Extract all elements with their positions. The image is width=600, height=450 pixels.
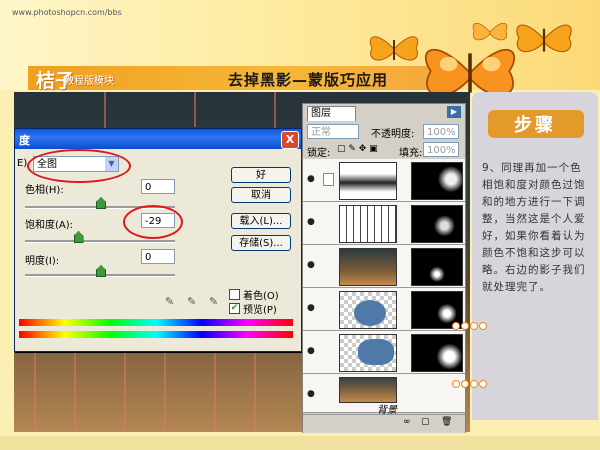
- module-subtitle: 教程版模块: [64, 76, 114, 87]
- eye-icon[interactable]: ●: [307, 174, 319, 184]
- cancel-button[interactable]: 取消: [231, 187, 291, 203]
- eyedropper-icon[interactable]: ✎: [165, 295, 174, 308]
- dialog-title: 度: [19, 134, 30, 147]
- save-button[interactable]: 存储(S)...: [231, 235, 291, 251]
- preview-checkbox[interactable]: ✔: [229, 303, 240, 314]
- link-layers-icon[interactable]: ∞: [403, 417, 411, 427]
- new-layer-icon[interactable]: ▢: [421, 417, 430, 427]
- saturation-label: 饱和度(A):: [25, 220, 74, 231]
- step-description: 9、同理再加一个色相饱和度对颜色过饱和的地方进行一下调整，当然这是个人爱好，如果…: [482, 162, 586, 293]
- saturation-slider-knob[interactable]: [73, 231, 84, 243]
- hue-saturation-dialog: 度 X E) 全图 ▼ 色相(H): 0 饱和度(A): -29 明度(I): …: [14, 128, 302, 352]
- color-spectrum-bar: [19, 319, 293, 326]
- colorize-checkbox[interactable]: [229, 289, 240, 300]
- eye-icon[interactable]: ●: [307, 260, 319, 270]
- colorize-label: 着色(O): [243, 291, 279, 302]
- layer-mask-thumb: [411, 248, 463, 286]
- blend-mode-select[interactable]: 正常: [307, 124, 359, 139]
- hue-input[interactable]: 0: [141, 179, 175, 194]
- layer-thumb: [339, 291, 397, 329]
- layer-thumb: [339, 334, 397, 372]
- butterfly-icon: [369, 36, 419, 61]
- lock-icons[interactable]: ▢ ✎ ✥ ▣: [337, 144, 378, 154]
- load-button[interactable]: 载入(L)...: [231, 213, 291, 229]
- highlight-ring-saturation: [123, 205, 183, 239]
- layer-row-background[interactable]: ● 背景: [303, 374, 465, 416]
- layers-panel: 图层 ▶ 正常 不透明度: 100% 锁定: ▢ ✎ ✥ ▣ 填充: 100% …: [302, 103, 466, 433]
- opacity-label: 不透明度:: [371, 129, 415, 140]
- eye-icon[interactable]: ●: [307, 389, 319, 399]
- lightness-input[interactable]: 0: [141, 249, 175, 264]
- trash-icon[interactable]: 🗑: [441, 417, 452, 427]
- edit-label: E): [17, 158, 28, 169]
- layer-mask-thumb: [411, 334, 463, 372]
- eyedropper-plus-icon[interactable]: ✎: [187, 295, 196, 308]
- fill-input[interactable]: 100%: [423, 142, 459, 157]
- layer-row[interactable]: ●: [303, 288, 465, 331]
- layer-row[interactable]: ●: [303, 202, 465, 245]
- site-url[interactable]: www.photoshopcn.com/bbs: [12, 8, 122, 17]
- butterfly-icon: [516, 24, 572, 53]
- panel-menu-icon[interactable]: ▶: [447, 106, 461, 118]
- layer-row[interactable]: ●: [303, 245, 465, 288]
- dialog-titlebar[interactable]: [15, 129, 301, 149]
- layer-mask-thumb: [411, 205, 463, 243]
- opacity-input[interactable]: 100%: [423, 124, 459, 139]
- lock-label: 锁定:: [307, 148, 331, 159]
- preview-label: 预览(P): [243, 305, 277, 316]
- adjusted-spectrum-bar: [19, 331, 293, 338]
- link-icon[interactable]: [323, 173, 334, 186]
- ok-button[interactable]: 好: [231, 167, 291, 183]
- saturation-slider[interactable]: [25, 240, 175, 243]
- eyedropper-minus-icon[interactable]: ✎: [209, 295, 218, 308]
- layer-row[interactable]: ●: [303, 331, 465, 374]
- eye-icon[interactable]: ●: [307, 303, 319, 313]
- background-layer-thumb: [339, 377, 397, 403]
- highlight-ring-edit: [27, 149, 131, 183]
- layer-mask-thumb: [411, 162, 463, 200]
- curves-adjustment-thumb: [339, 205, 397, 243]
- lightness-slider-knob[interactable]: [96, 265, 106, 277]
- hue-label: 色相(H):: [25, 185, 64, 196]
- layer-thumb: [339, 248, 397, 286]
- tab-layers[interactable]: 图层: [307, 106, 356, 121]
- hue-slider-knob[interactable]: [96, 197, 106, 209]
- layers-toolbar: ∞ ▢ 🗑: [303, 414, 465, 433]
- bead-chain: [452, 322, 487, 330]
- close-button[interactable]: X: [281, 131, 299, 149]
- eye-icon[interactable]: ●: [307, 217, 319, 227]
- layer-row[interactable]: ●: [303, 159, 465, 202]
- hue-saturation-adjustment-thumb: [339, 162, 397, 200]
- fill-label: 填充:: [399, 148, 423, 159]
- steps-title: 步骤: [514, 115, 556, 136]
- footer-strip: [0, 436, 600, 450]
- lightness-label: 明度(I):: [25, 256, 60, 267]
- eye-icon[interactable]: ●: [307, 346, 319, 356]
- page-title: 去掉黑影—蒙版巧应用: [228, 71, 389, 89]
- bead-chain: [452, 380, 487, 388]
